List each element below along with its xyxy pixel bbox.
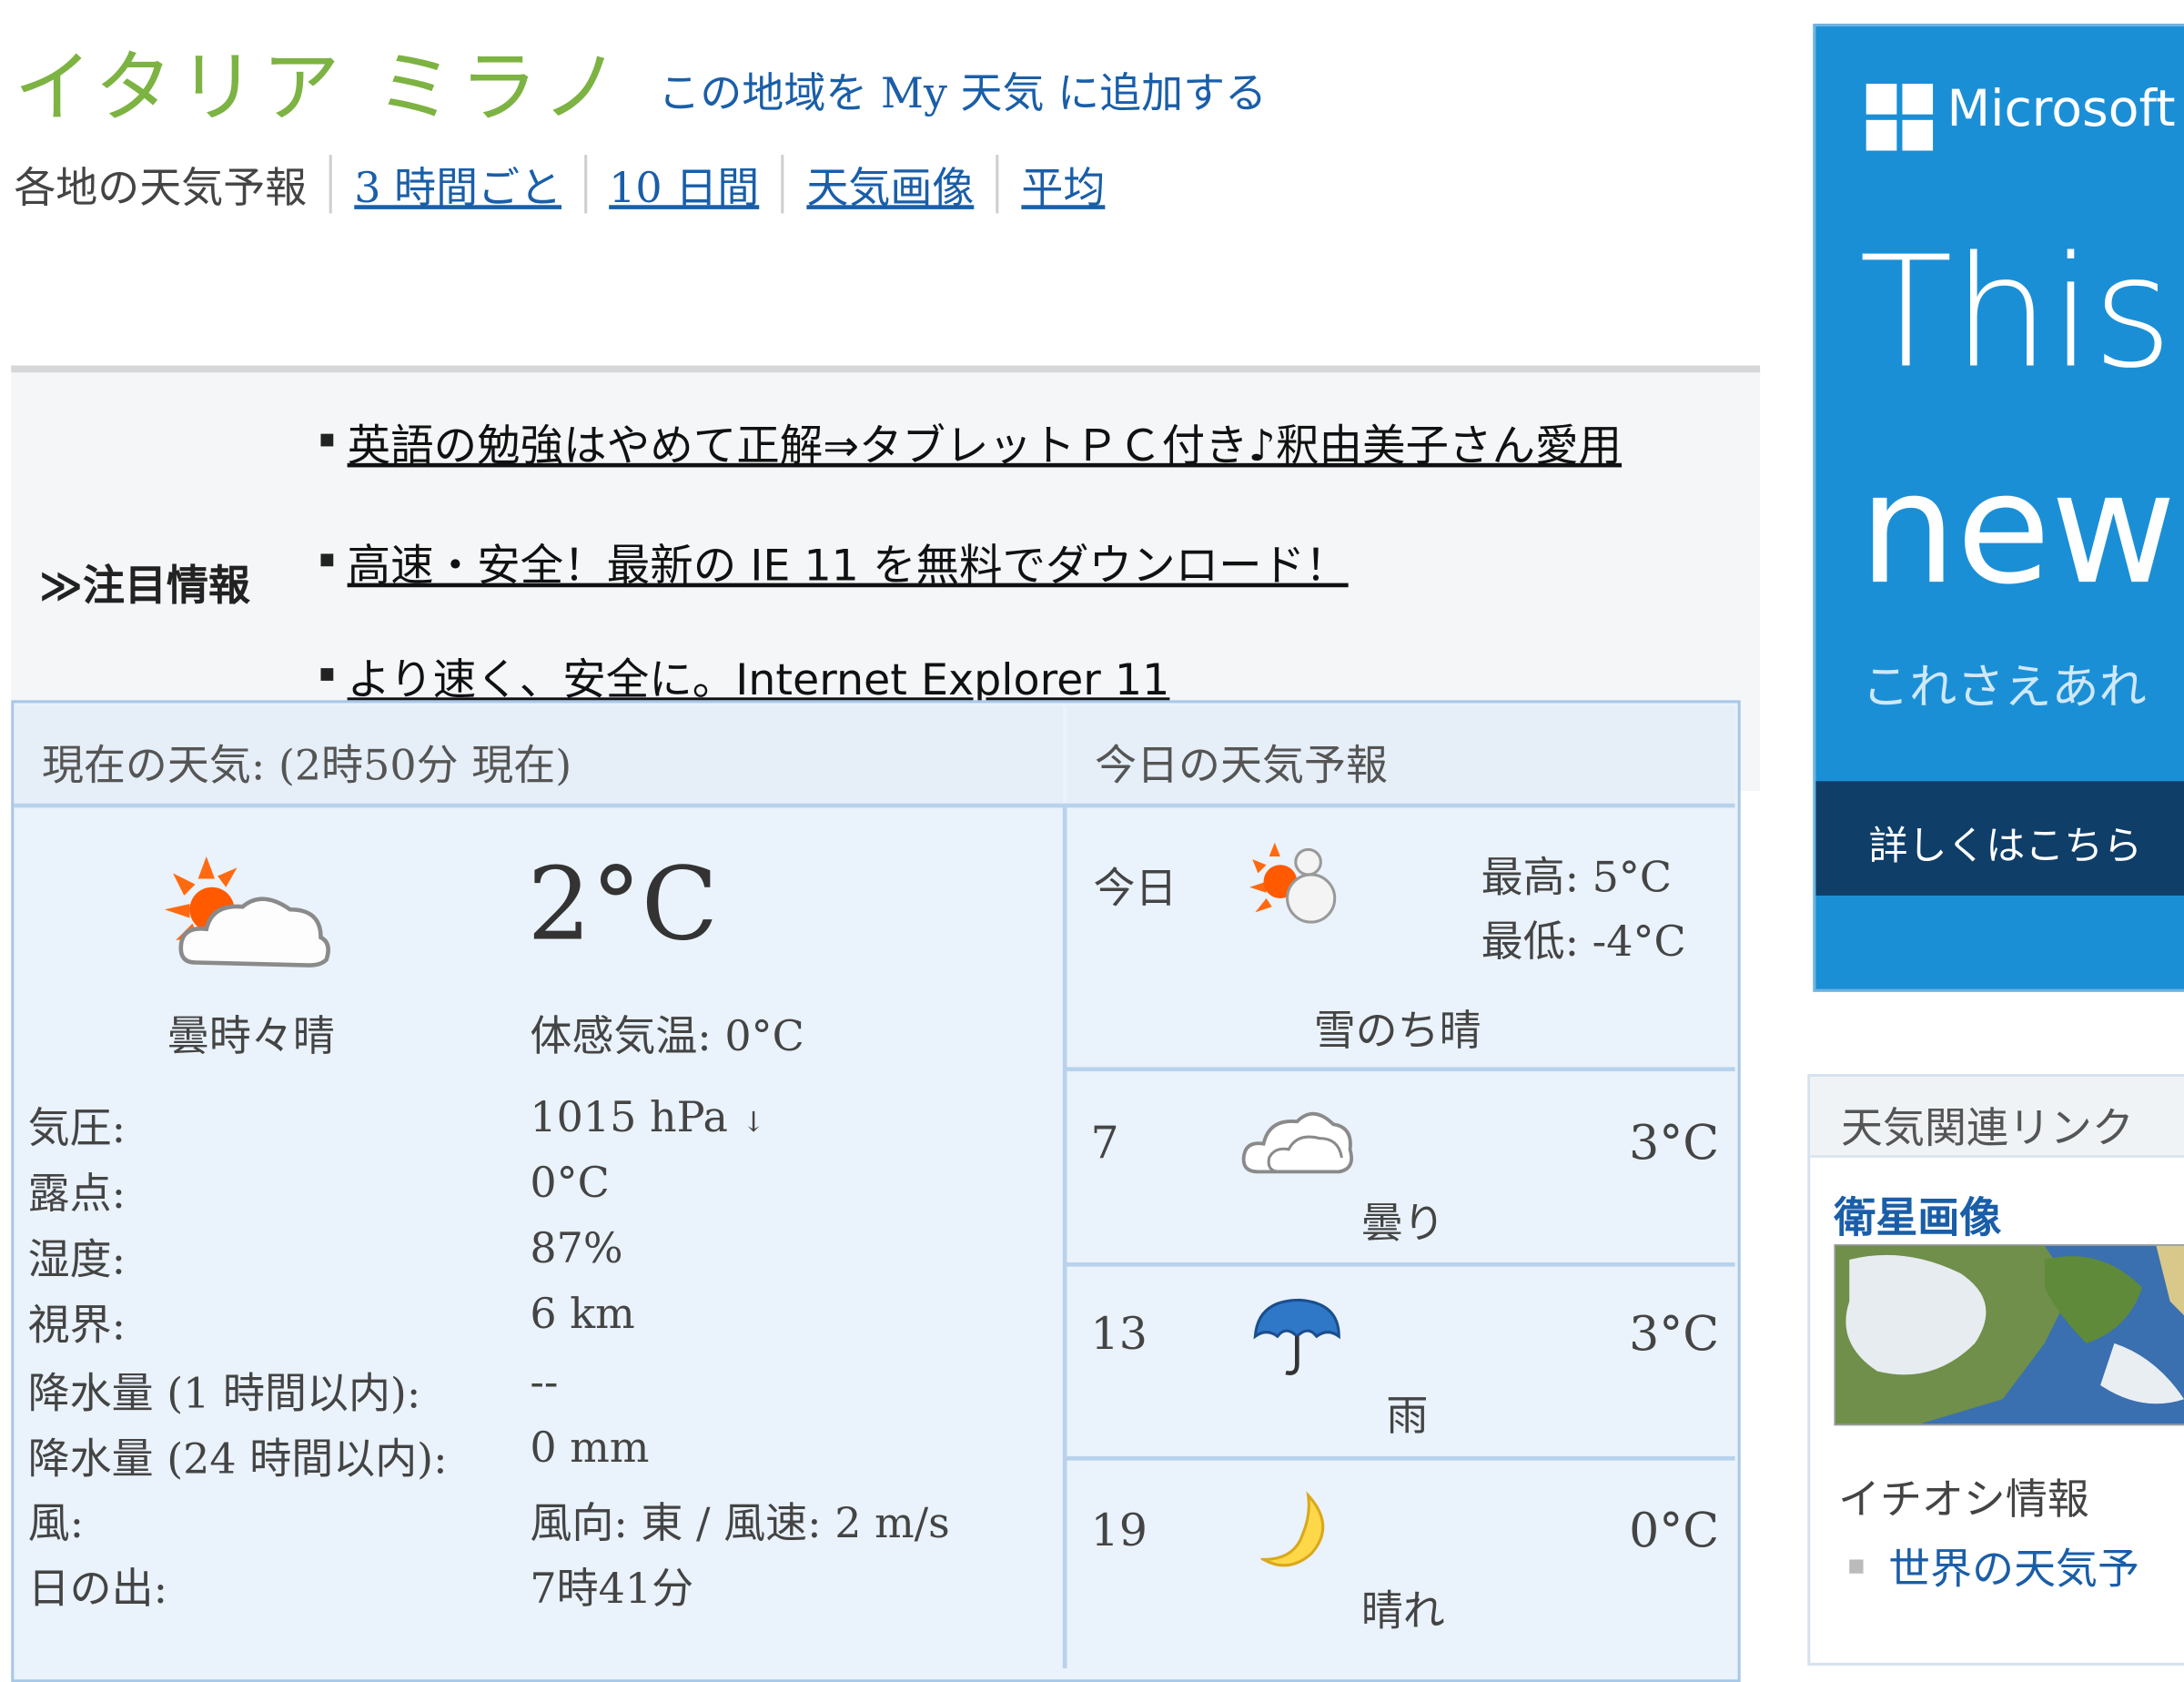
hour-label: 7 [1090,1116,1119,1170]
precip-1h-value: -- [530,1358,559,1408]
add-to-my-weather-link[interactable]: この地域を My 天気 に追加する [658,58,1267,119]
hour-label: 19 [1090,1504,1148,1557]
humidity-label: 湿度: [27,1235,126,1285]
ad-cta-label[interactable]: 詳しくはこちら [1869,816,2142,872]
precip-1h-label: 降水量 (1 時間以内): [27,1370,421,1419]
ad-subtext: これさえあれ [1862,659,2147,716]
pressure-value: 1015 hPa ↓ [530,1093,765,1143]
today-label: 今日 [1093,865,1178,914]
current-weather-header: 現在の天気: (2時50分 現在) [41,742,572,791]
hour-temp: 0°C [1629,1504,1720,1560]
divider [1062,803,1067,1668]
sun-cloud-icon [164,856,330,968]
ad-brand: Microsoft [1946,80,2176,138]
featured-info-title: イチオシ情報 [1837,1475,2089,1525]
nav-separator [996,155,999,214]
pickup-label: ≫注目情報 [38,562,250,612]
pickup-item: より速く、安全に。Internet Explorer 11 [320,644,1169,707]
current-temperature: 2°C [527,845,719,963]
hour-condition: 晴れ [1360,1587,1445,1636]
cloud-icon [1241,1111,1353,1174]
forecast-nav: 各地の天気予報 3 時間ごと 10 日間 天気画像 平均 [14,154,1105,215]
sunrise-value: 7時41分 [530,1565,694,1615]
divider [1067,1456,1735,1461]
hour-temp: 3°C [1629,1116,1720,1172]
ad-headline-1: This [1858,223,2173,402]
sunrise-label: 日の出: [27,1565,168,1615]
current-condition: 曇時々晴 [167,1012,335,1062]
precip-24h-value: 0 mm [530,1424,650,1474]
nav-separator [583,155,587,214]
nav-link-10-day[interactable]: 10 日間 [609,154,759,215]
today-low: 最低: -4°C [1481,917,1686,968]
today-forecast-header: 今日の天気予報 [1095,742,1388,791]
pickup-link[interactable]: 高速・安全！最新の IE 11 を無料でダウンロード！ [348,542,1349,592]
bullet-icon [320,553,334,567]
microsoft-logo-icon [1866,83,1934,151]
feels-like: 体感気温: 0°C [530,1012,804,1062]
wind-value: 風向: 東 / 風速: 2 m/s [530,1499,950,1549]
nav-separator [329,155,332,214]
pickup-link[interactable]: より速く、安全に。Internet Explorer 11 [348,655,1170,705]
snowman-sun-icon [1249,842,1337,924]
wind-label: 風: [27,1499,85,1549]
nav-link-weather-images[interactable]: 天気画像 [806,154,974,215]
hour-temp: 3°C [1629,1307,1720,1363]
moon-icon [1260,1491,1325,1567]
dew-point-label: 露点: [27,1170,126,1220]
today-high: 最高: 5°C [1481,853,1673,903]
precip-24h-label: 降水量 (24 時間以内): [27,1435,448,1484]
visibility-label: 視界: [27,1301,126,1351]
bullet-icon [320,433,334,447]
divider [1067,1067,1735,1072]
down-arrow-icon: ↓ [742,1104,765,1139]
hour-label: 13 [1090,1307,1148,1361]
bullet-icon [1849,1559,1864,1574]
visibility-value: 6 km [530,1290,635,1340]
nav-separator [781,155,784,214]
related-links-title: 天気関連リンク [1841,1104,2134,1154]
pressure-label: 気圧: [27,1104,126,1154]
umbrella-icon [1253,1298,1340,1375]
hour-condition: 雨 [1386,1392,1429,1442]
today-condition: 雪のち晴 [1313,1007,1481,1057]
nav-link-3-hourly[interactable]: 3 時間ごと [354,154,561,215]
humidity-value: 87% [530,1224,623,1274]
world-weather-link[interactable]: 世界の天気予 [1888,1545,2139,1595]
pickup-item: 高速・安全！最新の IE 11 を無料でダウンロード！ [320,530,1349,593]
pickup-link[interactable]: 英語の勉強はやめて正解⇒タブレットＰＣ付き♪釈由美子さん愛用 [348,421,1622,471]
world-weather-item: 世界の天気予 [1849,1535,2139,1596]
nav-label: 各地の天気予報 [14,164,308,214]
satellite-link[interactable]: 衛星画像 [1834,1183,2001,1244]
pickup-item: 英語の勉強はやめて正解⇒タブレットＰＣ付き♪釈由美子さん愛用 [320,410,1622,473]
dew-point-value: 0°C [530,1159,610,1209]
divider [1067,1262,1735,1267]
page-title: イタリア ミラノ [14,43,626,135]
bullet-icon [320,668,334,681]
ad-headline-2: new [1858,439,2177,618]
nav-link-averages[interactable]: 平均 [1021,154,1105,215]
hour-condition: 曇り [1360,1200,1445,1249]
satellite-thumbnail[interactable] [1834,1244,2184,1426]
